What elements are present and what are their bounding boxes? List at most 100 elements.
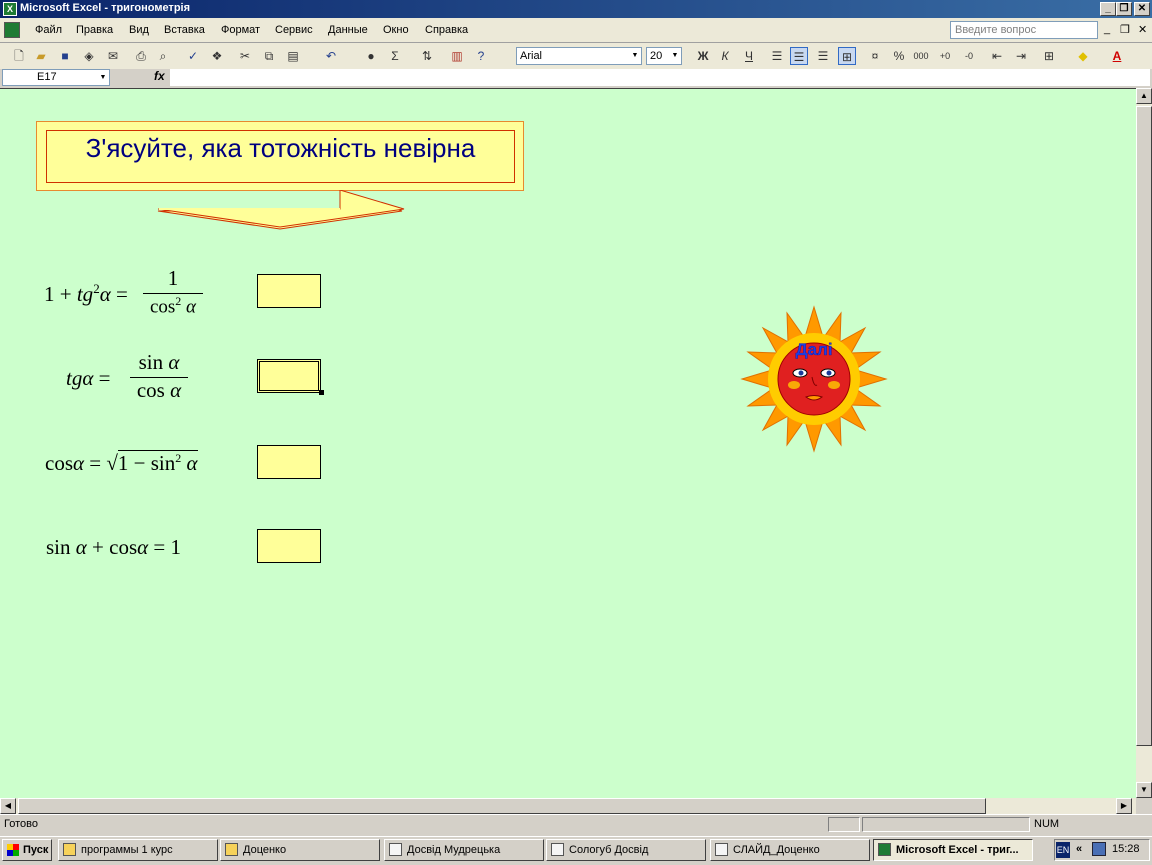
research-icon[interactable]: ❖ — [208, 47, 226, 65]
menu-data[interactable]: Данные — [328, 24, 368, 36]
taskbar-item[interactable]: программы 1 курс — [58, 839, 218, 861]
menu-view[interactable]: Вид — [129, 24, 149, 36]
percent-icon[interactable]: % — [890, 47, 908, 65]
answer-box-2[interactable] — [257, 359, 321, 393]
menu-edit[interactable]: Правка — [76, 24, 113, 36]
name-box[interactable]: E17 ▼ — [2, 69, 110, 86]
insert-function-icon[interactable]: fx — [154, 69, 165, 83]
cut-icon[interactable]: ✂ — [236, 47, 254, 65]
italic-icon[interactable]: К — [716, 47, 734, 65]
doc-restore-icon[interactable]: ❐ — [1120, 23, 1130, 36]
answer-box-1[interactable] — [257, 274, 321, 308]
answer-box-3[interactable] — [257, 445, 321, 479]
font-size-select[interactable]: 20 ▼ — [646, 47, 682, 65]
formula-input[interactable] — [170, 69, 1150, 86]
workbook-icon[interactable] — [4, 22, 20, 38]
scroll-right-icon[interactable]: ▶ — [1116, 798, 1132, 814]
hyperlink-icon[interactable]: ● — [362, 47, 380, 65]
chevron-down-icon[interactable]: ▼ — [630, 49, 640, 63]
ask-question-input[interactable]: Введите вопрос — [950, 21, 1098, 39]
vertical-scrollbar[interactable]: ▲ ▼ — [1136, 88, 1152, 798]
horizontal-scrollbar[interactable]: ◀ ▶ — [0, 798, 1136, 814]
fill-handle[interactable] — [319, 390, 324, 395]
chevron-down-icon[interactable]: ▼ — [670, 49, 680, 63]
horizontal-scroll-thumb[interactable] — [18, 798, 986, 814]
align-left-icon[interactable]: ☰ — [768, 47, 786, 65]
align-right-icon[interactable]: ☰ — [814, 47, 832, 65]
new-icon[interactable]: 🗋 — [10, 47, 28, 65]
doc-close-icon[interactable]: ✕ — [1138, 23, 1147, 36]
spelling-icon[interactable]: ✓ — [184, 47, 202, 65]
print-preview-icon[interactable]: ⌕ — [154, 47, 172, 65]
email-icon[interactable]: ✉ — [104, 47, 122, 65]
restore-button[interactable]: ❐ — [1116, 2, 1132, 16]
menu-help[interactable]: Справка — [425, 24, 468, 36]
scroll-down-icon[interactable]: ▼ — [1136, 782, 1152, 798]
network-icon[interactable] — [1092, 842, 1106, 856]
increase-indent-icon[interactable]: ⇥ — [1012, 47, 1030, 65]
status-text: Готово — [4, 818, 38, 830]
menu-tools[interactable]: Сервис — [275, 24, 313, 36]
excel-app-icon[interactable]: X — [3, 2, 17, 16]
sun-next-button[interactable]: Далі — [738, 305, 890, 455]
fill-color-icon[interactable]: ◆ — [1074, 47, 1092, 65]
next-button-label[interactable]: Далі — [795, 340, 832, 359]
taskbar-item-label: Microsoft Excel - триг... — [896, 844, 1019, 856]
chevron-down-icon[interactable]: ▼ — [98, 71, 108, 85]
language-indicator[interactable]: EN — [1056, 842, 1070, 858]
minimize-button[interactable]: _ — [1100, 2, 1116, 16]
scroll-up-icon[interactable]: ▲ — [1136, 88, 1152, 104]
paste-icon[interactable]: ▤ — [284, 47, 302, 65]
font-name-select[interactable]: Arial ▼ — [516, 47, 642, 65]
decrease-indent-icon[interactable]: ⇤ — [988, 47, 1006, 65]
copy-icon[interactable]: ⧉ — [260, 47, 278, 65]
close-button[interactable]: ✕ — [1134, 2, 1150, 16]
windows-logo-icon — [7, 844, 19, 856]
undo-icon[interactable]: ↶ — [322, 47, 340, 65]
permission-icon[interactable]: ◈ — [80, 47, 98, 65]
taskbar-item[interactable]: Досвід Мудрецька — [384, 839, 544, 861]
taskbar-item-active[interactable]: Microsoft Excel - триг... — [873, 839, 1033, 861]
help-icon[interactable]: ? — [472, 47, 490, 65]
vertical-scroll-thumb[interactable] — [1136, 106, 1152, 746]
status-panel — [862, 817, 1030, 832]
tray-expand-icon[interactable]: « — [1076, 843, 1082, 855]
open-icon[interactable]: ▰ — [32, 47, 50, 65]
menu-window[interactable]: Окно — [383, 24, 409, 36]
banner-arrow-shape — [158, 190, 405, 228]
start-label: Пуск — [23, 844, 49, 856]
scroll-left-icon[interactable]: ◀ — [0, 798, 16, 814]
taskbar-item[interactable]: СЛАЙД_Доценко — [710, 839, 870, 861]
doc-minimize-icon[interactable]: _ — [1104, 23, 1110, 35]
taskbar-item[interactable]: Доценко — [220, 839, 380, 861]
merge-center-icon[interactable]: ⊞ — [838, 47, 856, 65]
autosum-icon[interactable]: Σ — [386, 47, 404, 65]
font-size-value: 20 — [650, 50, 663, 62]
font-color-icon[interactable]: A — [1108, 47, 1126, 65]
underline-icon[interactable]: Ч — [740, 47, 758, 65]
font-name-value: Arial — [520, 50, 543, 62]
menu-file[interactable]: Файл — [35, 24, 62, 36]
taskbar-item-label: Сологуб Досвід — [569, 844, 649, 856]
identity-formula-2-fraction: sin α cos α — [130, 350, 188, 403]
start-button[interactable]: Пуск — [2, 839, 52, 861]
chart-wizard-icon[interactable]: ▥ — [448, 47, 466, 65]
decrease-decimal-icon[interactable]: -0 — [960, 47, 978, 65]
bold-icon[interactable]: Ж — [694, 47, 712, 65]
taskbar-item[interactable]: Сологуб Досвід — [546, 839, 706, 861]
borders-icon[interactable]: ⊞ — [1040, 47, 1058, 65]
clock: 15:28 — [1112, 843, 1140, 855]
identity-formula-1: 1 + tg2α = — [44, 281, 128, 306]
sort-icon[interactable]: ⇅ — [418, 47, 436, 65]
increase-decimal-icon[interactable]: +0 — [936, 47, 954, 65]
comma-style-icon[interactable]: 000 — [912, 47, 930, 65]
window-title: Microsoft Excel - тригонометрія — [20, 2, 191, 14]
align-center-icon[interactable]: ☰ — [790, 47, 808, 65]
answer-box-4[interactable] — [257, 529, 321, 563]
document-icon — [715, 843, 728, 856]
currency-icon[interactable]: ¤ — [866, 47, 884, 65]
menu-format[interactable]: Формат — [221, 24, 260, 36]
menu-insert[interactable]: Вставка — [164, 24, 205, 36]
print-icon[interactable]: ⎙ — [132, 47, 150, 65]
save-icon[interactable]: ■ — [56, 47, 74, 65]
